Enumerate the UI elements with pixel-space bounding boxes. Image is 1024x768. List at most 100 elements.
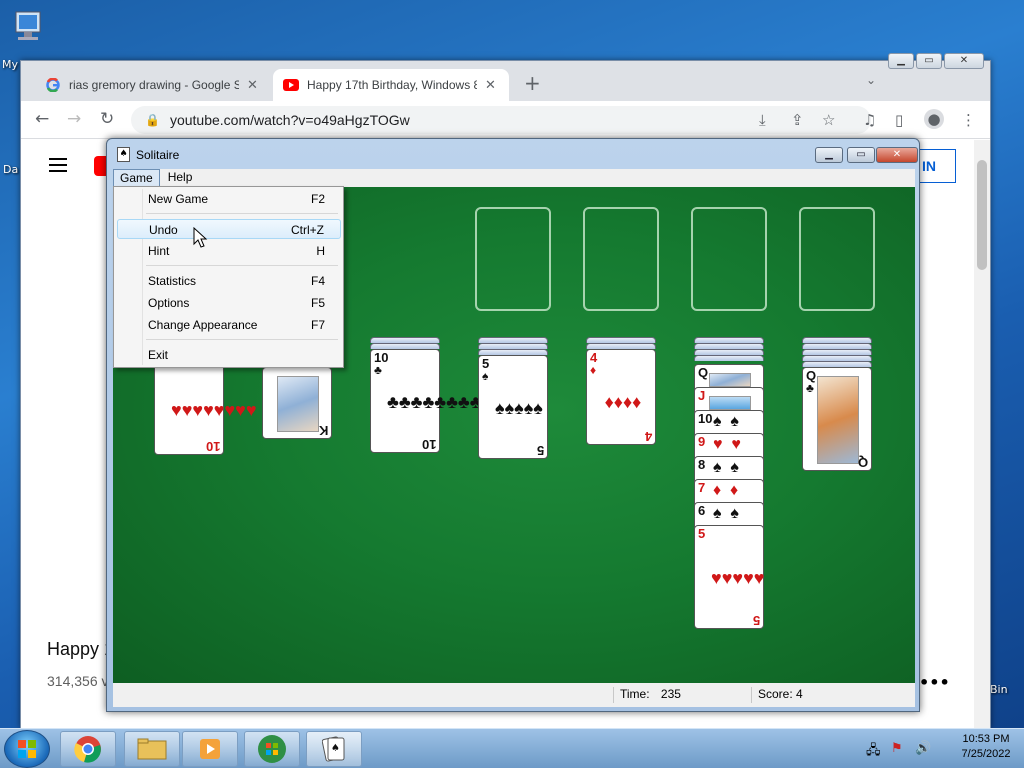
card-4-diamonds[interactable]: 4 ♦ ♦♦♦♦ 4 (586, 349, 656, 445)
desktop-recycle-label[interactable]: Bin (990, 683, 1008, 696)
solitaire-titlebar[interactable]: ♠ Solitaire ▁ ▭ ✕ (107, 139, 919, 169)
minimize-icon[interactable]: ▁ (888, 53, 914, 69)
foundation-slot[interactable] (799, 207, 875, 311)
new-tab-button[interactable]: + (524, 71, 541, 95)
minimize-icon[interactable]: ▁ (815, 147, 843, 163)
menu-item-exit[interactable]: Exit (117, 345, 341, 365)
menu-item-shortcut: Ctrl+Z (291, 223, 324, 237)
queen-artwork (709, 373, 751, 387)
clock[interactable]: 10:53 PM 7/25/2022 (954, 733, 1018, 760)
foundation-slot[interactable] (583, 207, 659, 311)
youtube-icon (283, 77, 299, 93)
jack-artwork (709, 396, 751, 410)
more-actions-icon[interactable]: ••• (919, 673, 950, 692)
card-rank-bottom: 5 (536, 443, 544, 458)
close-icon[interactable]: ✕ (944, 53, 984, 69)
menu-item-label: Undo (149, 223, 178, 237)
video-title: Happy 1 (47, 639, 115, 659)
game-menu-dropdown: New Game F2 Undo Ctrl+Z Hint H Statistic… (113, 186, 344, 368)
desktop-icon-2-label[interactable]: Da (3, 163, 18, 176)
card-10-hearts[interactable]: 10 ♥♥♥♥♥♥♥♥ (154, 357, 257, 455)
start-button[interactable] (4, 730, 50, 768)
menu-item-shortcut: F4 (310, 274, 325, 288)
close-tab-icon[interactable]: ✕ (247, 77, 258, 93)
queen-artwork (817, 376, 859, 464)
card-queen-clubs[interactable]: Q ♣ Q (802, 367, 872, 471)
desktop-computer-icon[interactable]: My (2, 8, 42, 71)
taskbar-explorer-button[interactable] (124, 731, 180, 767)
svg-text:♠: ♠ (331, 743, 340, 754)
back-icon[interactable]: ← (35, 109, 49, 129)
taskbar-chrome-button[interactable] (60, 731, 116, 767)
more-menu-icon[interactable]: ⋮ (961, 111, 976, 129)
time-value: 235 (660, 687, 681, 701)
menu-separator (146, 265, 338, 266)
solitaire-menubar: Game Help (113, 169, 915, 187)
solitaire-title: Solitaire (136, 148, 180, 162)
club-pips-icon: ♣♣♣♣♣♣♣♣♣♣ (387, 392, 506, 412)
card-rank: K (318, 423, 328, 438)
score-label: Score: (758, 687, 793, 701)
install-icon[interactable]: ⤓ (759, 111, 766, 129)
card-rank: 5 (698, 526, 706, 541)
forward-icon[interactable]: → (67, 109, 81, 129)
card-king-spades[interactable]: K (262, 367, 332, 439)
card-5-hearts[interactable]: 5 ♥♥♥♥♥ 5 (694, 525, 764, 629)
tab-google-search[interactable]: rias gremory drawing - Google S ✕ (35, 69, 268, 101)
sign-in-button[interactable]: IN (916, 149, 956, 183)
card-rank: 9 (698, 434, 706, 449)
menu-game[interactable]: Game (113, 169, 160, 187)
page-scrollbar[interactable] (974, 140, 990, 728)
menu-item-change-appearance[interactable]: Change Appearance F7 (117, 315, 341, 335)
menu-help[interactable]: Help (162, 169, 199, 187)
network-icon[interactable]: 🖧 (866, 741, 881, 763)
lock-icon: 🔒 (145, 113, 160, 127)
menu-item-label: Options (148, 296, 190, 310)
menu-item-new-game[interactable]: New Game F2 (117, 189, 341, 209)
card-suit: ♣ (806, 381, 814, 395)
close-icon[interactable]: ✕ (876, 147, 918, 163)
time-display: Time: 235 (613, 687, 751, 703)
hamburger-menu-icon[interactable] (49, 158, 67, 172)
spade-pips-icon: ♠ ♠ (713, 505, 739, 522)
menu-item-statistics[interactable]: Statistics F4 (117, 271, 341, 291)
scrollbar-thumb[interactable] (977, 160, 987, 270)
taskbar-media-player-button[interactable] (182, 731, 238, 767)
tab-title: Happy 17th Birthday, Windows 8 (307, 78, 477, 92)
clock-date: 7/25/2022 (961, 748, 1011, 760)
maximize-icon[interactable]: ▭ (916, 53, 942, 69)
profile-avatar-icon[interactable]: ● (924, 109, 944, 129)
foundation-slot[interactable] (691, 207, 767, 311)
menu-item-hint[interactable]: Hint H (117, 241, 341, 261)
folder-icon (137, 738, 167, 760)
share-icon[interactable]: ⇪ (791, 111, 804, 129)
action-center-flag-icon[interactable]: ⚑ (891, 741, 903, 756)
chrome-icon (74, 736, 101, 763)
card-rank: 6 (698, 503, 706, 518)
heart-pips-icon: ♥♥♥♥♥♥♥♥ (171, 400, 257, 420)
spade-pips-icon: ♠ ♠ (713, 413, 739, 430)
taskbar-solitaire-button[interactable]: ♠ (306, 731, 362, 767)
card-10-clubs[interactable]: 10 ♣ ♣♣♣♣♣♣♣♣♣♣ 10 (370, 349, 506, 453)
card-rank: J (698, 388, 706, 403)
tab-search-icon[interactable]: ⌄ (866, 73, 876, 87)
reload-icon[interactable]: ↻ (100, 109, 114, 129)
spade-pips-icon: ♠♠♠♠♠ (495, 398, 543, 418)
foundation-slot[interactable] (475, 207, 551, 311)
heart-pips-icon: ♥♥♥♥♥ (711, 568, 765, 588)
side-panel-icon[interactable]: ▯ (895, 111, 903, 129)
menu-item-undo[interactable]: Undo Ctrl+Z (117, 219, 341, 239)
menu-item-options[interactable]: Options F5 (117, 293, 341, 313)
menu-item-label: Change Appearance (148, 318, 258, 332)
card-5-spades[interactable]: 5 ♠ ♠♠♠♠♠ 5 (478, 355, 548, 459)
video-views: 314,356 v (47, 673, 109, 689)
taskbar-windows-button[interactable] (244, 731, 300, 767)
tab-youtube[interactable]: Happy 17th Birthday, Windows 8 ✕ (273, 69, 509, 101)
close-tab-icon[interactable]: ✕ (485, 77, 496, 93)
heart-pips-icon: ♥ ♥ (713, 436, 741, 453)
bookmark-star-icon[interactable]: ☆ (822, 111, 835, 129)
media-control-icon[interactable]: ♫ (863, 111, 876, 129)
diamond-pips-icon: ♦ ♦ (713, 482, 739, 499)
volume-icon[interactable]: 🔊 (915, 741, 931, 756)
maximize-icon[interactable]: ▭ (847, 147, 875, 163)
